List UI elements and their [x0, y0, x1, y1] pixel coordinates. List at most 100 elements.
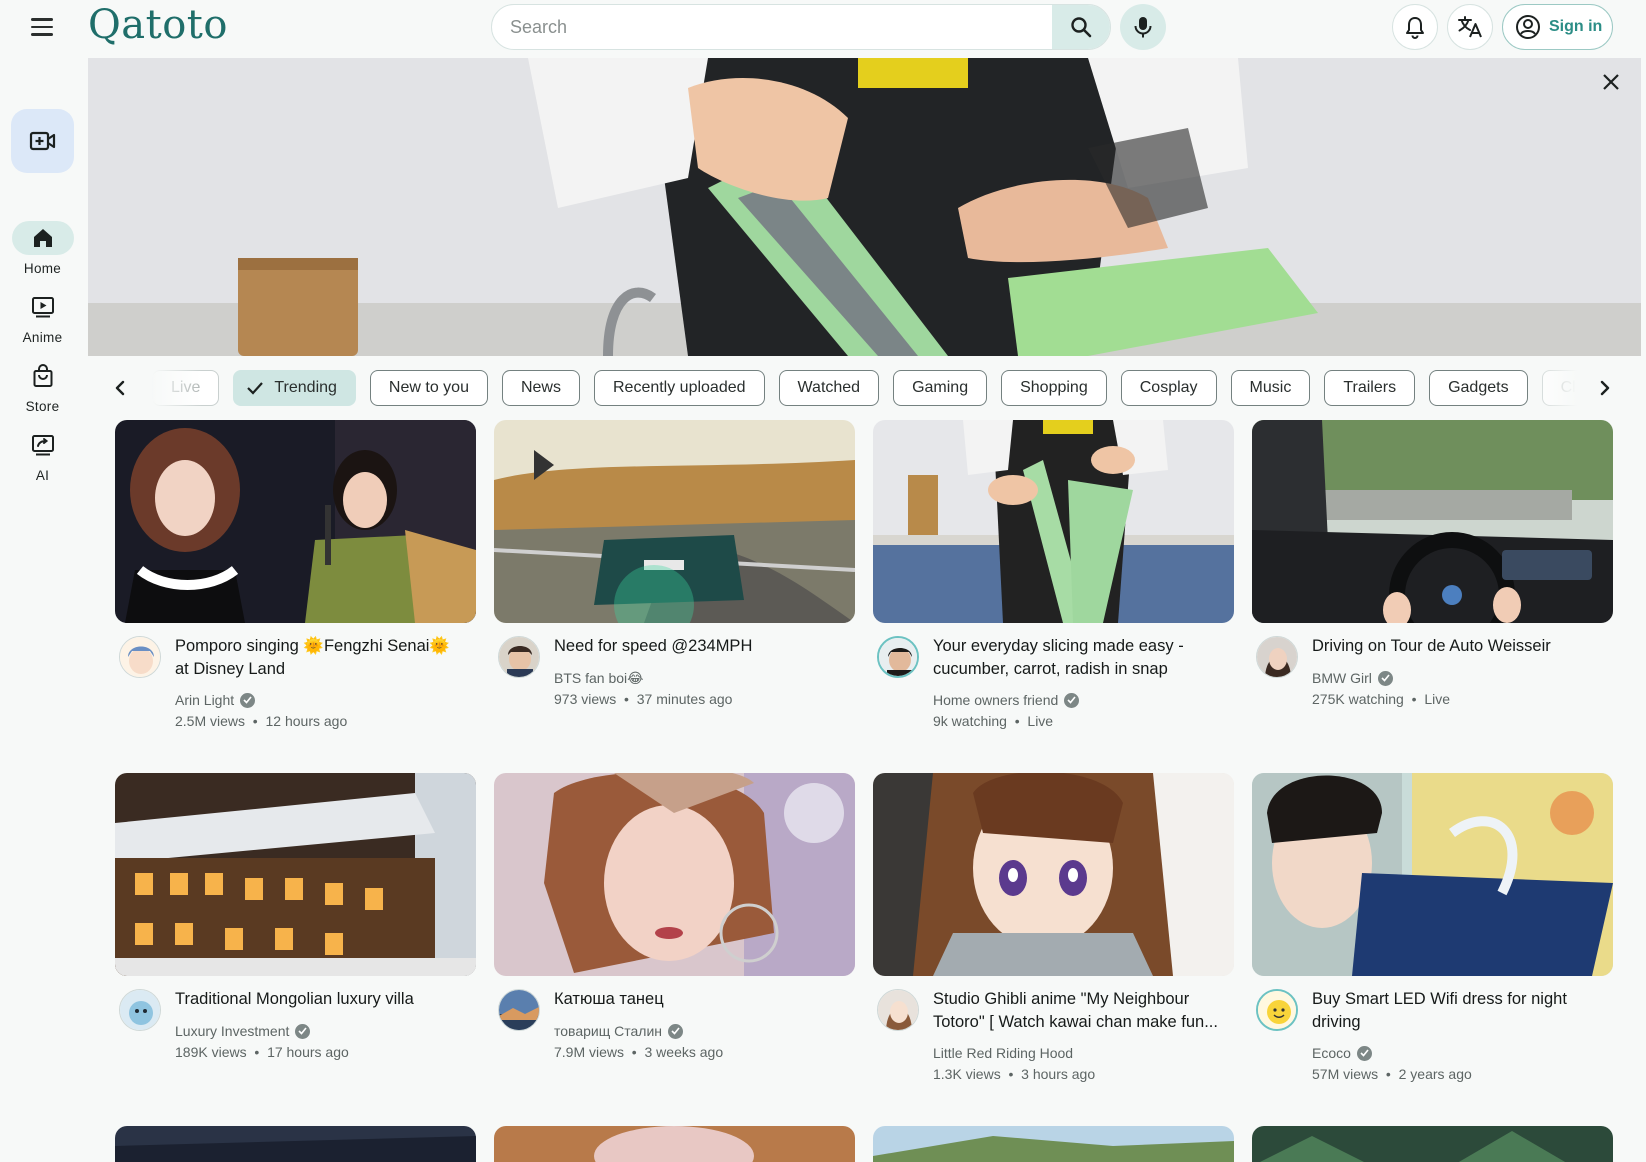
- video-thumbnail[interactable]: [115, 773, 476, 976]
- channel-avatar[interactable]: [1256, 989, 1298, 1031]
- create-video-button[interactable]: [11, 109, 74, 173]
- video-card[interactable]: Катюша танец товарищ Сталин 7.9M views •…: [494, 773, 855, 1086]
- featured-video-banner[interactable]: [88, 58, 1641, 356]
- channel-name[interactable]: BMW Girl: [1312, 670, 1393, 686]
- verified-badge-icon: [1356, 1045, 1372, 1061]
- chip-shopping[interactable]: Shopping: [1001, 370, 1107, 406]
- upload-age: 37 minutes ago: [636, 691, 733, 707]
- video-thumbnail[interactable]: [1252, 1126, 1613, 1162]
- channel-name[interactable]: Little Red Riding Hood: [933, 1045, 1073, 1061]
- video-thumbnail[interactable]: [115, 1126, 476, 1162]
- chips-scroll-right-button[interactable]: [1587, 370, 1623, 406]
- upload-age: 17 hours ago: [267, 1044, 349, 1060]
- upload-age: 2 years ago: [1398, 1066, 1472, 1082]
- menu-button[interactable]: [22, 10, 62, 44]
- video-stats: 7.9M views • 3 weeks ago: [554, 1044, 724, 1060]
- translate-button[interactable]: [1447, 4, 1493, 50]
- channel-avatar[interactable]: [119, 989, 161, 1031]
- channel-name[interactable]: товарищ Сталин: [554, 1023, 683, 1039]
- notifications-button[interactable]: [1392, 4, 1438, 50]
- verified-badge-icon: [1064, 692, 1080, 708]
- chip-music[interactable]: Music: [1230, 370, 1311, 406]
- close-banner-button[interactable]: [1595, 66, 1627, 98]
- chip-partial[interactable]: Cl: [1541, 370, 1577, 406]
- sidebar-item-anime[interactable]: Anime: [0, 290, 85, 345]
- video-thumbnail[interactable]: [494, 420, 855, 623]
- chip-live[interactable]: Live: [152, 370, 220, 406]
- video-title[interactable]: Pomporo singing 🌞Fengzhi Senai🌞 at Disne…: [175, 635, 466, 681]
- app-logo[interactable]: Qatoto: [88, 2, 228, 48]
- video-thumbnail[interactable]: [494, 773, 855, 976]
- chip-gaming[interactable]: Gaming: [893, 370, 988, 406]
- channel-avatar[interactable]: [877, 989, 919, 1031]
- chip-new-to-you[interactable]: New to you: [369, 370, 488, 406]
- video-title[interactable]: Катюша танец: [554, 988, 845, 1011]
- video-card[interactable]: Need for speed @234MPH BTS fan boi😂 973 …: [494, 420, 855, 733]
- upload-age: 3 weeks ago: [644, 1044, 724, 1060]
- search-button[interactable]: [1052, 5, 1110, 49]
- video-title[interactable]: Buy Smart LED Wifi dress for night drivi…: [1312, 988, 1603, 1034]
- sidebar-item-label: Anime: [22, 330, 63, 345]
- sidebar-item-store[interactable]: Store: [0, 359, 85, 414]
- video-thumbnail[interactable]: [494, 1126, 855, 1162]
- video-title[interactable]: Studio Ghibli anime "My Neighbour Totoro…: [933, 988, 1224, 1034]
- video-card[interactable]: Pomporo singing 🌞Fengzhi Senai🌞 at Disne…: [115, 420, 476, 733]
- video-thumbnail[interactable]: [873, 773, 1234, 976]
- video-card[interactable]: Driving on Tour de Auto Weisseir BMW Gir…: [1252, 420, 1613, 733]
- video-title[interactable]: Traditional Mongolian luxury villa: [175, 988, 466, 1011]
- channel-avatar[interactable]: [877, 636, 919, 678]
- video-thumbnail[interactable]: [1252, 420, 1613, 623]
- chevron-right-icon: [1600, 380, 1610, 396]
- chip-cosplay[interactable]: Cosplay: [1120, 370, 1217, 406]
- video-card[interactable]: [494, 1126, 855, 1162]
- channel-name[interactable]: Arin Light: [175, 692, 256, 708]
- view-count: 7.9M views: [554, 1044, 625, 1060]
- video-card[interactable]: [873, 1126, 1234, 1162]
- video-card[interactable]: [1252, 1126, 1613, 1162]
- chips-scroll-left-button[interactable]: [102, 370, 138, 406]
- chip-watched[interactable]: Watched: [778, 370, 880, 406]
- video-card[interactable]: Traditional Mongolian luxury villa Luxur…: [115, 773, 476, 1086]
- ai-screen-icon: [31, 435, 54, 456]
- channel-name[interactable]: Luxury Investment: [175, 1023, 311, 1039]
- video-thumbnail[interactable]: [115, 420, 476, 623]
- chip-label: Shopping: [1020, 379, 1088, 396]
- video-stats: 275K watching • Live: [1312, 691, 1450, 707]
- chip-recently-uploaded[interactable]: Recently uploaded: [593, 370, 765, 406]
- chip-gadgets[interactable]: Gadgets: [1429, 370, 1528, 406]
- channel-label: BMW Girl: [1312, 670, 1372, 686]
- video-thumbnail[interactable]: [873, 420, 1234, 623]
- chip-trending[interactable]: Trending: [233, 370, 356, 406]
- chip-news[interactable]: News: [501, 370, 580, 406]
- verified-badge-icon: [668, 1023, 683, 1039]
- video-card[interactable]: Your everyday slicing made easy - cucumb…: [873, 420, 1234, 733]
- video-title[interactable]: Driving on Tour de Auto Weisseir: [1312, 635, 1603, 658]
- search-input[interactable]: [492, 5, 1053, 49]
- add-video-icon: [29, 131, 55, 151]
- channel-avatar[interactable]: [1256, 636, 1298, 678]
- video-title[interactable]: Your everyday slicing made easy - cucumb…: [933, 635, 1224, 681]
- video-thumbnail[interactable]: [1252, 773, 1613, 976]
- channel-name[interactable]: BTS fan boi😂: [554, 670, 644, 687]
- video-card[interactable]: Studio Ghibli anime "My Neighbour Totoro…: [873, 773, 1234, 1086]
- channel-avatar[interactable]: [119, 636, 161, 678]
- video-title[interactable]: Need for speed @234MPH: [554, 635, 845, 658]
- video-thumbnail[interactable]: [873, 1126, 1234, 1162]
- account-circle-icon: [1516, 15, 1540, 39]
- video-card[interactable]: Buy Smart LED Wifi dress for night drivi…: [1252, 773, 1613, 1086]
- upload-age: Live: [1424, 691, 1450, 707]
- chips-viewport: Live Trending New to you News Recently u…: [152, 366, 1577, 410]
- video-meta: Buy Smart LED Wifi dress for night drivi…: [1252, 976, 1613, 1086]
- video-card[interactable]: [115, 1126, 476, 1162]
- sidebar-item-home[interactable]: Home: [0, 221, 85, 276]
- sign-in-button[interactable]: Sign in: [1502, 4, 1613, 50]
- view-count: 275K watching: [1312, 691, 1404, 707]
- channel-name[interactable]: Home owners friend: [933, 692, 1080, 708]
- chip-trailers[interactable]: Trailers: [1324, 370, 1416, 406]
- sidebar-item-ai[interactable]: AI: [0, 428, 85, 483]
- voice-search-button[interactable]: [1120, 4, 1166, 50]
- channel-avatar[interactable]: [498, 989, 540, 1031]
- chip-label: News: [520, 379, 561, 396]
- channel-avatar[interactable]: [498, 636, 540, 678]
- channel-name[interactable]: Ecoco: [1312, 1045, 1372, 1061]
